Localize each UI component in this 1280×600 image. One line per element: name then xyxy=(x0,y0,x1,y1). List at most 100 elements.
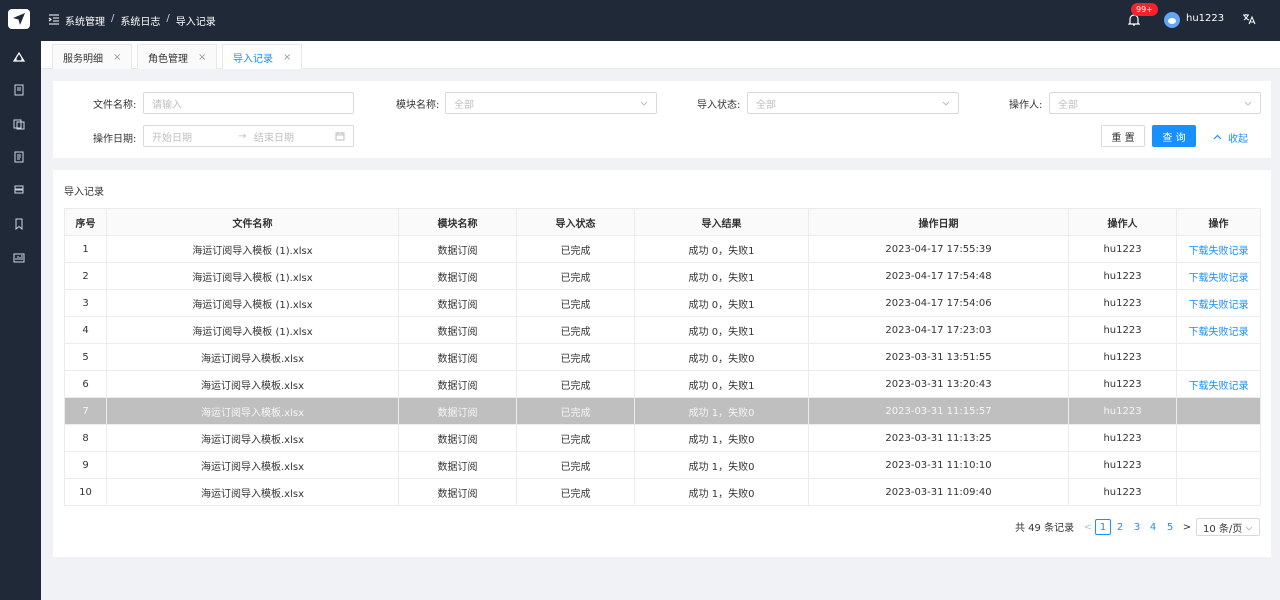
breadcrumb-item: 导入记录 xyxy=(175,17,216,28)
cell-operator: hu1223 xyxy=(1068,235,1177,263)
app-logo[interactable] xyxy=(8,9,30,29)
download-failed-records-link[interactable]: 下载失败记录 xyxy=(1176,289,1261,317)
cell-operator: hu1223 xyxy=(1068,289,1177,317)
column-header: 序号 xyxy=(64,208,107,236)
cell-date: 2023-04-17 17:54:06 xyxy=(808,289,1069,317)
cell-file: 海运订阅导入模板 (1).xlsx xyxy=(106,316,399,344)
bookmark-icon[interactable] xyxy=(12,217,26,231)
cell-status: 已完成 xyxy=(516,289,635,317)
database-icon[interactable] xyxy=(12,183,26,197)
cell-status: 已完成 xyxy=(516,397,635,425)
page-button[interactable]: 3 xyxy=(1129,519,1145,535)
page-size-select[interactable]: 10 条/页 xyxy=(1196,518,1260,536)
cell-module: 数据订阅 xyxy=(398,478,517,506)
cell-date: 2023-03-31 11:15:57 xyxy=(808,397,1069,425)
menu-fold-icon[interactable] xyxy=(48,13,60,25)
table-row: 9 海运订阅导入模板.xlsx 数据订阅 已完成 成功 1，失败0 2023-03-31 … xyxy=(64,451,1261,479)
download-failed-records-link[interactable]: 下载失败记录 xyxy=(1176,262,1261,290)
cell-file: 海运订阅导入模板.xlsx xyxy=(106,397,399,425)
next-page-button[interactable]: > xyxy=(1179,519,1195,535)
tab-service-detail[interactable]: 服务明细 × xyxy=(52,44,133,69)
date-arrow-icon: → xyxy=(238,130,247,142)
filter-panel: 文件名称: 请输入 模块名称: 全部 导入状态: 全部 操作人: 全部 操作日期… xyxy=(53,81,1271,158)
query-button[interactable]: 查 询 xyxy=(1152,125,1196,147)
cell-module: 数据订阅 xyxy=(398,289,517,317)
column-header: 操作人 xyxy=(1068,208,1177,236)
cell-date: 2023-03-31 11:10:10 xyxy=(808,451,1069,479)
download-failed-records-link[interactable]: 下载失败记录 xyxy=(1176,370,1261,398)
cell-operator: hu1223 xyxy=(1068,316,1177,344)
table-header-row: 序号 文件名称 模块名称 导入状态 导入结果 操作日期 操作人 操作 xyxy=(64,208,1261,236)
tab-label: 导入记录 xyxy=(233,53,273,65)
table-row: 1 海运订阅导入模板 (1).xlsx 数据订阅 已完成 成功 0，失败1 2023-04… xyxy=(64,235,1261,263)
column-header: 操作 xyxy=(1176,208,1261,236)
cell-operator: hu1223 xyxy=(1068,397,1177,425)
chart-icon[interactable] xyxy=(12,251,26,265)
tab-role-management[interactable]: 角色管理 × xyxy=(137,44,218,69)
download-failed-records-link xyxy=(1176,343,1261,371)
operator-select-value: 全部 xyxy=(1058,99,1078,111)
cell-module: 数据订阅 xyxy=(398,316,517,344)
cell-module: 数据订阅 xyxy=(398,397,517,425)
home-icon[interactable] xyxy=(12,50,26,64)
download-failed-records-link[interactable]: 下载失败记录 xyxy=(1176,316,1261,344)
chevron-down-icon xyxy=(1244,101,1252,106)
cell-module: 数据订阅 xyxy=(398,451,517,479)
close-icon[interactable]: × xyxy=(198,52,206,63)
breadcrumb-item[interactable]: 系统管理 xyxy=(65,13,105,28)
translate-icon[interactable] xyxy=(1242,12,1256,26)
cell-operator: hu1223 xyxy=(1068,451,1177,479)
page-button[interactable]: 5 xyxy=(1162,519,1178,535)
page-button[interactable]: 4 xyxy=(1145,519,1161,535)
cell-operator: hu1223 xyxy=(1068,424,1177,452)
close-icon[interactable]: × xyxy=(283,52,291,63)
download-failed-records-link xyxy=(1176,397,1261,425)
chevron-down-icon xyxy=(942,101,950,106)
status-select[interactable]: 全部 xyxy=(747,92,959,114)
page-button[interactable]: 1 xyxy=(1095,519,1111,535)
cell-status: 已完成 xyxy=(516,343,635,371)
document-icon[interactable] xyxy=(12,83,26,97)
collapse-label: 收起 xyxy=(1228,134,1248,145)
collapse-button[interactable]: 收起 xyxy=(1213,130,1248,145)
page-button[interactable]: 2 xyxy=(1112,519,1128,535)
tab-label: 服务明细 xyxy=(63,53,103,65)
operator-select[interactable]: 全部 xyxy=(1049,92,1261,114)
table-row: 8 海运订阅导入模板.xlsx 数据订阅 已完成 成功 1，失败0 2023-03-31 … xyxy=(64,424,1261,452)
cell-result: 成功 1，失败0 xyxy=(634,397,809,425)
module-select[interactable]: 全部 xyxy=(445,92,657,114)
table-row: 6 海运订阅导入模板.xlsx 数据订阅 已完成 成功 0，失败1 2023-03-31 … xyxy=(64,370,1261,398)
cell-no: 9 xyxy=(64,451,107,479)
cell-status: 已完成 xyxy=(516,370,635,398)
file-list-icon[interactable] xyxy=(12,150,26,164)
cell-no: 6 xyxy=(64,370,107,398)
module-select-value: 全部 xyxy=(454,99,474,111)
tab-import-records[interactable]: 导入记录 × xyxy=(222,44,303,69)
file-name-label: 文件名称: xyxy=(93,100,137,111)
avatar[interactable] xyxy=(1164,12,1180,28)
date-range-picker[interactable]: 开始日期 → 结束日期 xyxy=(143,125,354,147)
file-name-input[interactable]: 请输入 xyxy=(143,92,354,114)
cell-operator: hu1223 xyxy=(1068,478,1177,506)
date-end-input[interactable]: 结束日期 xyxy=(254,129,294,144)
records-panel: 导入记录 序号 文件名称 模块名称 导入状态 导入结果 操作日期 操作人 操作 … xyxy=(53,170,1271,557)
cell-module: 数据订阅 xyxy=(398,424,517,452)
cell-no: 8 xyxy=(64,424,107,452)
username[interactable]: hu1223 xyxy=(1186,13,1224,24)
cell-module: 数据订阅 xyxy=(398,262,517,290)
copy-icon[interactable] xyxy=(12,117,26,131)
date-start-input[interactable]: 开始日期 xyxy=(152,129,192,144)
cell-result: 成功 0，失败0 xyxy=(634,343,809,371)
reset-button[interactable]: 重 置 xyxy=(1101,125,1145,147)
operator-label: 操作人: xyxy=(1009,100,1043,111)
prev-page-button[interactable]: < xyxy=(1080,519,1096,535)
cell-date: 2023-03-31 13:51:55 xyxy=(808,343,1069,371)
cell-result: 成功 1，失败0 xyxy=(634,424,809,452)
cell-status: 已完成 xyxy=(516,451,635,479)
cell-no: 10 xyxy=(64,478,107,506)
column-header: 导入状态 xyxy=(516,208,635,236)
close-icon[interactable]: × xyxy=(113,52,121,63)
breadcrumb-item[interactable]: 系统日志 xyxy=(120,13,160,28)
column-header: 操作日期 xyxy=(808,208,1069,236)
download-failed-records-link[interactable]: 下载失败记录 xyxy=(1176,235,1261,263)
